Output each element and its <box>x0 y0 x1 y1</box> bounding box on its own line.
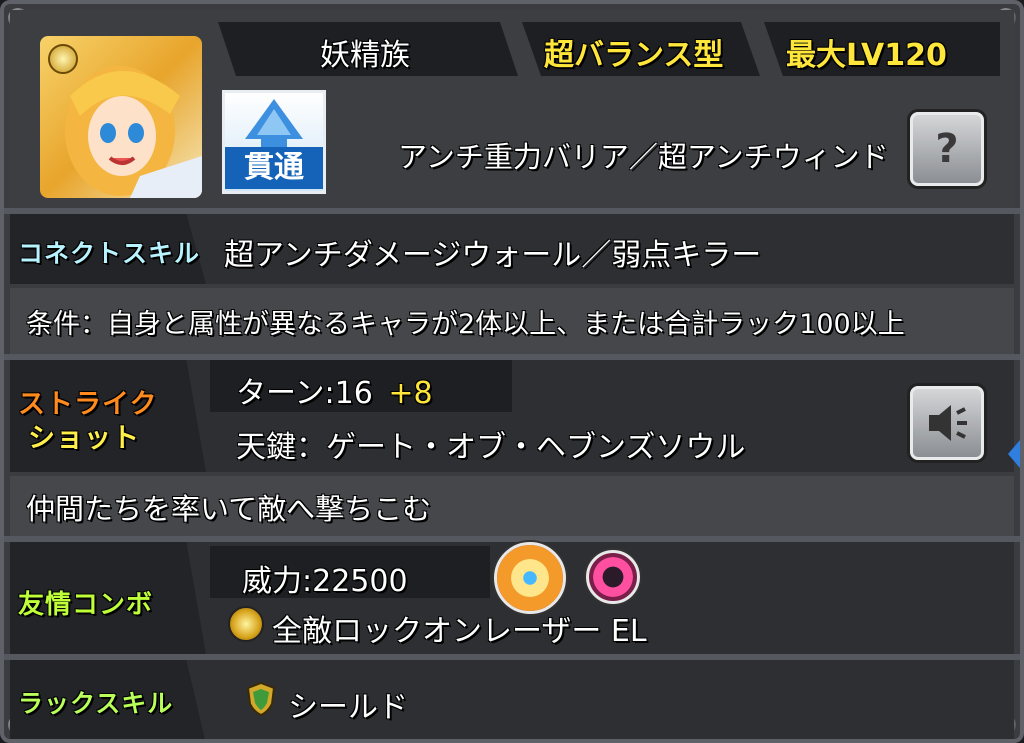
connect-skill-condition: 条件：自身と属性が異なるキャラが2体以上、または合計ラック100以上 <box>26 309 905 340</box>
race-label: 妖精族 <box>320 38 410 73</box>
sun-wheel-icon <box>494 542 566 614</box>
turns-row: ターン:16 +8 <box>236 368 433 412</box>
ring-icon <box>586 550 640 604</box>
shield-icon <box>246 682 276 716</box>
top-section: 貫通 妖精族 超バランス型 最大LV120 アンチ重力バリア／超アンチウィンド … <box>10 10 1014 208</box>
help-button[interactable]: ? <box>910 112 984 186</box>
light-element-icon <box>48 44 78 74</box>
connect-skill-header-row: コネクトスキル 超アンチダメージウォール／弱点キラー <box>10 214 1014 284</box>
connect-skill-name: 超アンチダメージウォール／弱点キラー <box>224 238 762 273</box>
gimmick-ability-text: アンチ重力バリア／超アンチウィンド <box>398 140 889 174</box>
laser-type-icon <box>228 606 264 642</box>
help-icon: ? <box>935 126 959 172</box>
strike-shot-header-row: ストライク ショット ターン:16 +8 天鍵：ゲート・オブ・ヘブンズソウル <box>10 360 1014 472</box>
luck-skill-name: シールド <box>288 690 408 725</box>
friend-combo-power: 威力:22500 <box>242 564 408 599</box>
strike-shot-name: 天鍵：ゲート・オブ・ヘブンズソウル <box>236 430 746 465</box>
strike-shot-description: 仲間たちを率いて敵へ撃ちこむ <box>26 492 432 526</box>
type-label: 超バランス型 <box>544 38 724 73</box>
turns-bonus: +8 <box>388 376 433 411</box>
luck-skill-label: ラックスキル <box>18 689 174 718</box>
pierce-badge-label: 貫通 <box>225 147 323 189</box>
strike-shot-label-line2: ショット <box>28 423 140 454</box>
character-portrait[interactable] <box>40 36 202 198</box>
max-level-label: 最大LV120 <box>786 38 947 73</box>
friend-combo-label: 友情コンボ <box>18 590 154 620</box>
voice-icon <box>929 405 967 441</box>
friend-combo-name: 全敵ロックオンレーザー EL <box>272 614 647 649</box>
luck-skill-row: ラックスキル シールド <box>10 660 1014 739</box>
strike-shot-description-row: 仲間たちを率いて敵へ撃ちこむ <box>10 476 1014 536</box>
connect-skill-label: コネクトスキル <box>18 239 201 268</box>
voice-button[interactable] <box>910 386 984 460</box>
next-page-arrow-icon[interactable] <box>1008 440 1020 468</box>
character-info-panel: 貫通 妖精族 超バランス型 最大LV120 アンチ重力バリア／超アンチウィンド … <box>0 0 1024 743</box>
pierce-badge-icon: 貫通 <box>222 90 326 194</box>
friend-combo-row: 友情コンボ 威力:22500 全敵ロックオンレーザー EL <box>10 542 1014 654</box>
turns-count: ターン:16 <box>236 376 373 411</box>
connect-skill-condition-row: 条件：自身と属性が異なるキャラが2体以上、または合計ラック100以上 <box>10 288 1014 354</box>
